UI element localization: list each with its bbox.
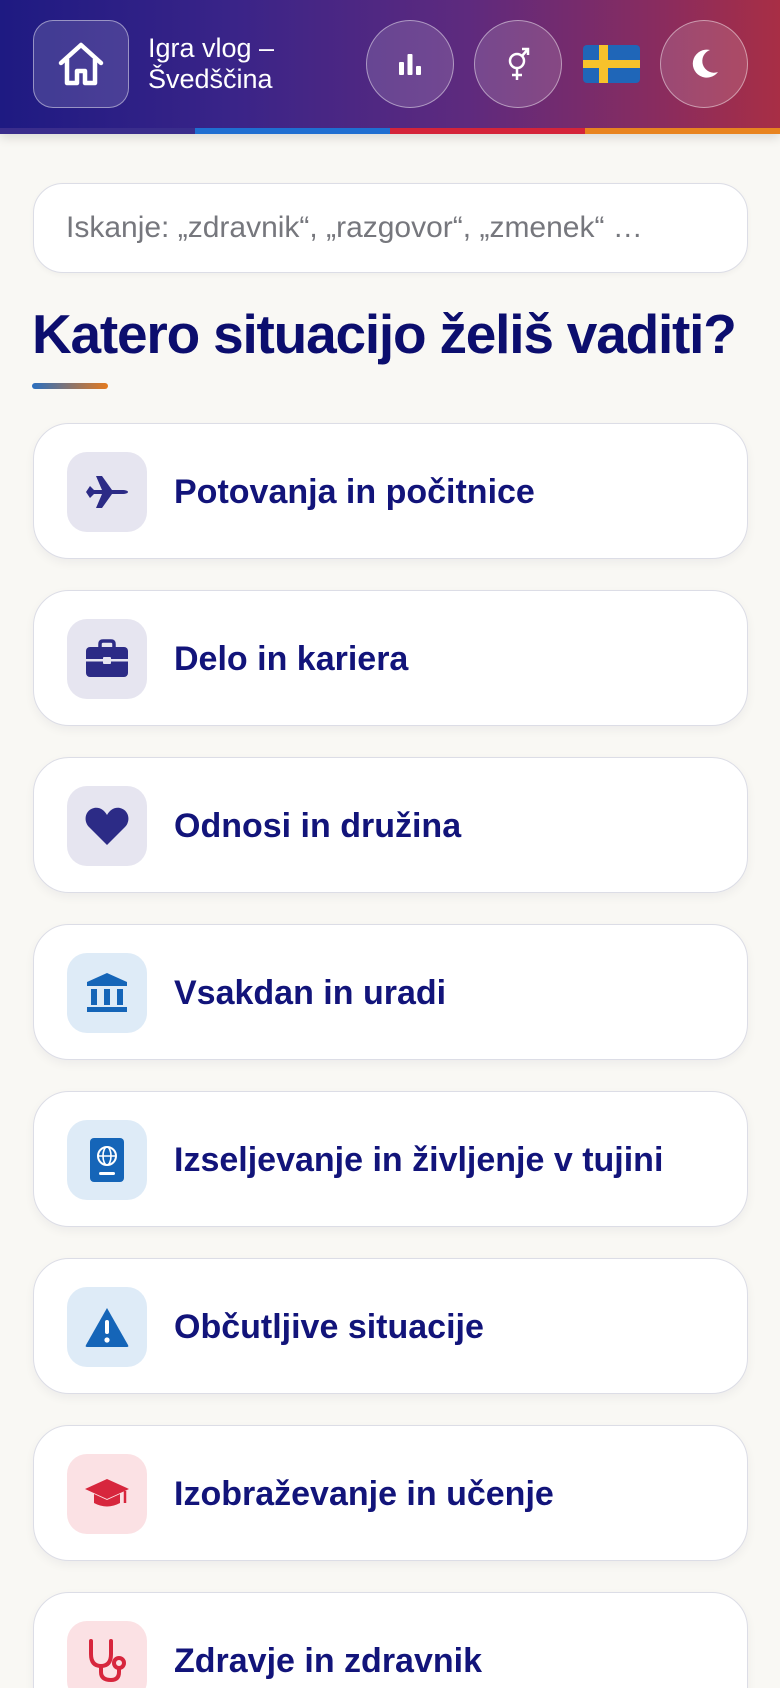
icon-tile: [67, 1621, 147, 1688]
bank-icon: [87, 973, 127, 1012]
icon-tile: [67, 1454, 147, 1534]
category-card-emigration[interactable]: Izseljevanje in življenje v tujini: [33, 1091, 748, 1227]
warning-icon: [85, 1308, 129, 1347]
category-label: Zdravje in zdravnik: [174, 1642, 482, 1680]
category-card-education[interactable]: Izobraževanje in učenje: [33, 1425, 748, 1561]
page-title: Katero situacijo želiš vaditi?: [32, 303, 737, 365]
icon-tile: [67, 1287, 147, 1367]
gender-icon: [508, 47, 530, 80]
icon-tile: [67, 953, 147, 1033]
home-button[interactable]: [33, 20, 129, 108]
icon-tile: [67, 786, 147, 866]
category-card-work[interactable]: Delo in kariera: [33, 590, 748, 726]
icon-tile: [67, 619, 147, 699]
category-label: Izobraževanje in učenje: [174, 1475, 554, 1513]
category-card-travel[interactable]: Potovanja in počitnice: [33, 423, 748, 559]
icon-tile: [67, 1120, 147, 1200]
icon-tile: [67, 452, 147, 532]
category-label: Potovanja in počitnice: [174, 473, 535, 511]
sweden-flag-icon[interactable]: [583, 45, 640, 83]
category-label: Izseljevanje in življenje v tujini: [174, 1141, 664, 1179]
category-label: Vsakdan in uradi: [174, 974, 447, 1012]
title-underline: [32, 383, 108, 389]
bar-chart-icon: [399, 54, 421, 75]
gender-button[interactable]: [474, 20, 562, 108]
header-color-stripe: [0, 128, 780, 134]
heart-icon: [85, 807, 129, 845]
theme-toggle-button[interactable]: [660, 20, 748, 108]
briefcase-icon: [86, 639, 128, 677]
passport-icon: [90, 1138, 124, 1182]
search-input[interactable]: [33, 183, 748, 273]
category-label: Delo in kariera: [174, 640, 409, 678]
category-label: Odnosi in družina: [174, 807, 462, 845]
stats-button[interactable]: [366, 20, 454, 108]
category-card-health[interactable]: Zdravje in zdravnik: [33, 1592, 748, 1688]
graduation-cap-icon: [85, 1479, 129, 1507]
app-title: Igra vlog – Švedščina: [148, 33, 275, 94]
category-label: Občutljive situacije: [174, 1308, 484, 1346]
moon-icon: [692, 49, 718, 78]
home-icon: [58, 42, 104, 86]
stethoscope-icon: [89, 1639, 126, 1683]
category-card-relationships[interactable]: Odnosi in družina: [33, 757, 748, 893]
airplane-icon: [86, 476, 128, 508]
app-header: Igra vlog – Švedščina: [0, 0, 780, 134]
category-card-everyday[interactable]: Vsakdan in uradi: [33, 924, 748, 1060]
category-card-sensitive[interactable]: Občutljive situacije: [33, 1258, 748, 1394]
